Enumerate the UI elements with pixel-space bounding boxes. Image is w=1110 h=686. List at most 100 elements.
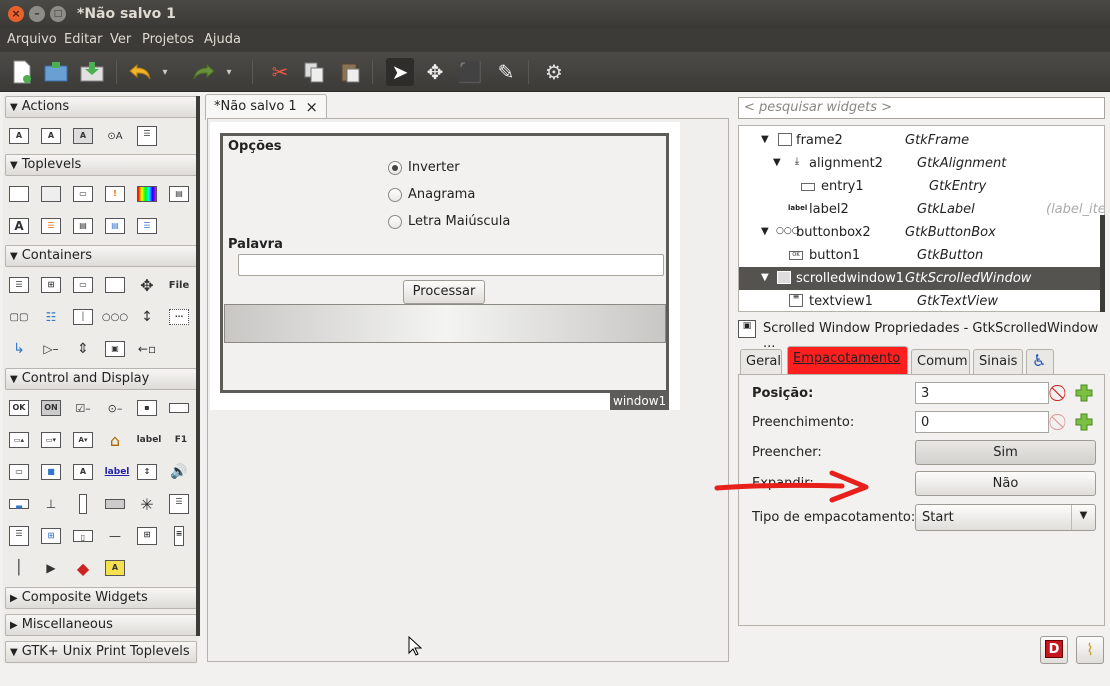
save-file-icon[interactable] — [78, 58, 106, 86]
preenchimento-input[interactable]: 0 — [915, 411, 1049, 433]
tab-accessibility-icon[interactable]: ♿ — [1026, 349, 1054, 374]
copy-icon[interactable] — [300, 58, 328, 86]
alignment-icon[interactable]: ✥ — [136, 274, 158, 296]
menu-projetos[interactable]: Projetos — [142, 32, 194, 47]
label-widget-icon[interactable]: label — [136, 429, 162, 451]
check-button-widget-icon[interactable]: ☑– — [72, 397, 94, 419]
reset-no-icon[interactable]: ⃠ — [1051, 383, 1071, 403]
icon-view-widget-icon[interactable]: ⊞ — [40, 525, 62, 547]
font-selection-icon[interactable]: A — [8, 215, 30, 237]
drawing-area-widget-icon[interactable]: ◆ — [72, 557, 94, 579]
message-dialog-icon[interactable]: ! — [104, 183, 126, 205]
add-plus-icon[interactable] — [1074, 383, 1094, 403]
tree-row-alignment2[interactable]: ▼ ⤓ alignment2 GtkAlignment — [739, 152, 1104, 175]
palette-group-toplevels[interactable]: ▼ Toplevels — [5, 154, 197, 176]
drag-resize-icon[interactable]: ✥ — [421, 58, 449, 86]
file-chooser-button-widget-icon[interactable]: ▭ — [8, 461, 30, 483]
volume-button-widget-icon[interactable]: 🔊 — [168, 461, 190, 483]
widget-drag-icon[interactable]: ⬛ — [456, 58, 484, 86]
cut-icon[interactable]: ✂ — [266, 58, 294, 86]
hscrollbar-widget-icon[interactable] — [104, 493, 126, 515]
tree-row-button1[interactable]: OK button1 GtkButton — [739, 244, 1104, 267]
tab-sinais[interactable]: Sinais — [973, 349, 1023, 374]
separator-widget-icon[interactable]: — — [104, 525, 126, 547]
menu-arquivo[interactable]: Arquivo — [7, 32, 57, 47]
paned-icon[interactable]: │ — [72, 306, 94, 328]
entry-widget-icon[interactable] — [168, 397, 190, 419]
tab-geral[interactable]: Geral — [740, 349, 782, 374]
tree-row-scrolledwindow1[interactable]: ▼ scrolledwindow1 GtkScrolledWindow — [739, 267, 1104, 290]
tree-row-frame2[interactable]: ▼ frame2 GtkFrame — [739, 129, 1104, 152]
tree-row-textview1[interactable]: ≡ textview1 GtkTextView — [739, 290, 1104, 311]
paste-icon[interactable] — [336, 58, 364, 86]
accel-label-widget-icon[interactable]: F1 — [168, 429, 194, 451]
font-button-widget-icon[interactable]: A — [72, 461, 94, 483]
tree-scrollbar[interactable] — [1100, 215, 1105, 312]
expandir-toggle[interactable]: Não — [915, 471, 1096, 496]
radio-button-widget-icon[interactable]: ⊙– — [104, 397, 126, 419]
maximize-window-button[interactable]: □ — [50, 6, 66, 22]
progress-bar-widget-icon[interactable]: ▬ — [8, 493, 30, 515]
text-view-widget-icon[interactable]: ☰ — [168, 493, 190, 515]
expander-icon[interactable]: ▷– — [40, 338, 62, 360]
redo-icon[interactable] — [190, 58, 218, 86]
window-icon[interactable] — [8, 183, 30, 205]
close-tab-icon[interactable]: × — [305, 98, 318, 116]
palette-group-control-display[interactable]: ▼ Control and Display — [5, 368, 197, 390]
palette-group-actions[interactable]: ▼ Actions — [5, 96, 197, 118]
combo-entry-widget-icon[interactable]: A▾ — [72, 429, 94, 451]
tree-row-buttonbox2[interactable]: ▼ ○○○ buttonbox2 GtkButtonBox — [739, 221, 1104, 244]
combo-box-widget-icon[interactable]: ▭▾ — [40, 429, 62, 451]
close-window-button[interactable]: × — [8, 6, 24, 22]
toolbar-container-icon[interactable]: ▢▢ — [8, 306, 30, 328]
devhelp-button[interactable]: D — [1040, 636, 1068, 664]
vbox-icon[interactable]: ☰ — [8, 274, 30, 296]
reset-no-icon[interactable]: ⃠ — [1051, 412, 1071, 432]
tree-row-label2[interactable]: label label2 GtkLabel (label_iter — [739, 198, 1104, 221]
radio-letra-maiuscula[interactable] — [388, 215, 402, 229]
select-pointer-icon[interactable]: ➤ — [386, 58, 414, 86]
notebook-icon[interactable]: ▭ — [72, 274, 94, 296]
radio-action-icon[interactable]: A — [72, 125, 94, 147]
tab-empacotamento[interactable]: Empacotamento — [787, 346, 908, 377]
menu-editar[interactable]: Editar — [64, 32, 103, 47]
file-chooser-dialog-icon[interactable]: ▤ — [168, 183, 190, 205]
calendar-widget-icon[interactable]: ⊞ — [136, 525, 158, 547]
ruler-widget-icon[interactable]: ≡ — [168, 525, 190, 547]
vscrollbar-widget-icon[interactable] — [72, 493, 94, 515]
link-button-widget-icon[interactable]: label — [104, 461, 130, 483]
image-widget-icon[interactable]: ⌂ — [104, 429, 126, 451]
preencher-toggle[interactable]: Sim — [915, 440, 1096, 465]
minimize-window-button[interactable]: – — [29, 6, 45, 22]
handle-box-icon[interactable]: ←▫ — [136, 338, 158, 360]
button-box-icon[interactable]: ○○○ — [102, 306, 128, 328]
frame-icon[interactable] — [104, 274, 126, 296]
action-icon[interactable]: A — [8, 125, 30, 147]
preferences-gear-icon[interactable]: ⚙ — [540, 58, 568, 86]
switch-widget-icon[interactable]: ▪ — [136, 397, 158, 419]
tipo-empacotamento-select[interactable]: Start ▼ — [915, 504, 1096, 531]
color-button-widget-icon[interactable]: ■ — [40, 461, 62, 483]
palette-group-print[interactable]: ▼ GTK+ Unix Print Toplevels — [5, 641, 197, 663]
palavra-entry[interactable] — [238, 254, 664, 276]
redo-dropdown-icon[interactable]: ▾ — [222, 58, 236, 86]
processar-button[interactable]: Processar — [403, 280, 485, 304]
about-dialog-icon[interactable]: ☰ — [40, 215, 62, 237]
add-plus-icon[interactable] — [1074, 412, 1094, 432]
vscale-widget-icon[interactable]: ⊥ — [40, 493, 62, 515]
tooltip-widget-icon[interactable]: A — [104, 557, 126, 579]
offscreen-window-icon[interactable] — [40, 183, 62, 205]
event-box-icon[interactable]: ↳ — [8, 338, 30, 360]
toggle-button-widget-icon[interactable]: ON — [40, 397, 62, 419]
widget-search-input[interactable]: < pesquisar widgets > — [738, 97, 1105, 119]
edit-widget-icon[interactable]: ✎ — [492, 58, 520, 86]
tab-comum[interactable]: Comum — [911, 349, 970, 374]
menu-ver[interactable]: Ver — [110, 32, 131, 47]
color-selection-icon[interactable] — [136, 183, 158, 205]
action-group-icon[interactable]: ☰ — [136, 125, 158, 147]
table-icon[interactable]: ⊞ — [40, 274, 62, 296]
status-bar-widget-icon[interactable]: ▯ — [72, 525, 94, 547]
assistant-icon[interactable]: ☰ — [136, 215, 158, 237]
dialog-icon[interactable]: ▭ — [72, 183, 94, 205]
toggle-action-icon[interactable]: A — [40, 125, 62, 147]
